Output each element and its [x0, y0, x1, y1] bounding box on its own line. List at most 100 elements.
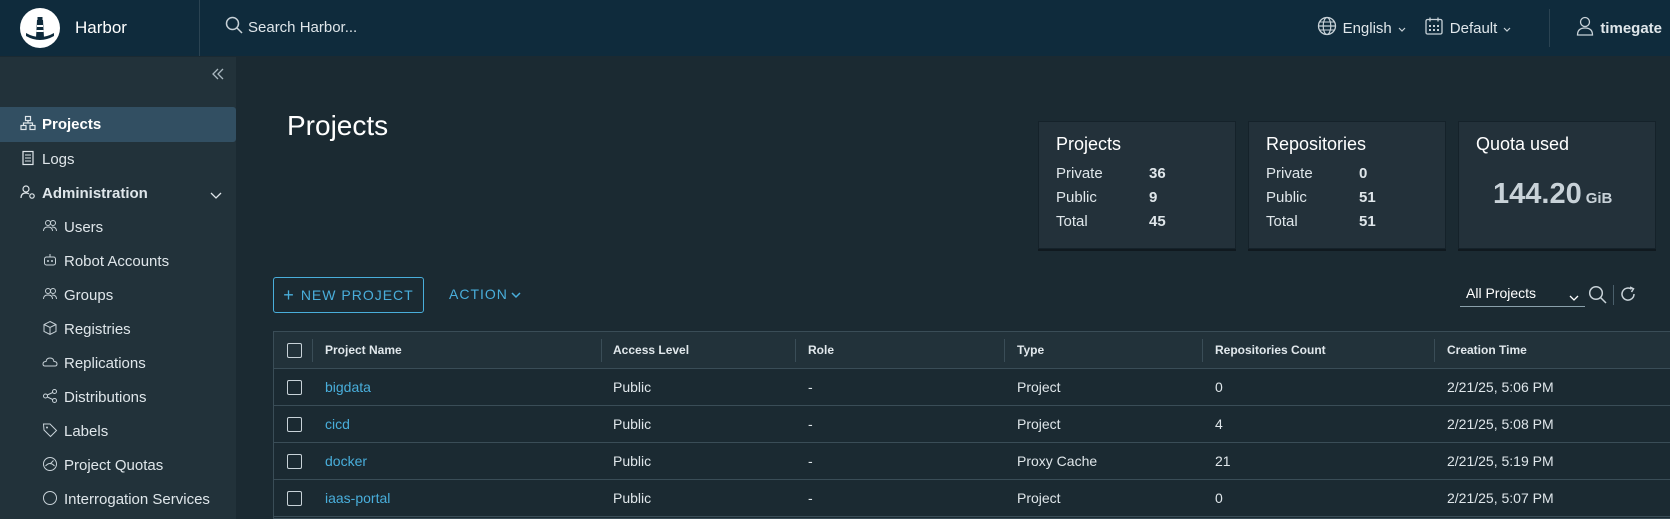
sidebar-item-interrogation-services[interactable]: Interrogation Services: [0, 482, 236, 517]
search-input[interactable]: Search Harbor...: [248, 19, 357, 36]
projects-summary-card: Projects Private 36 Public 9 Total 45: [1038, 121, 1236, 249]
type: Project: [1017, 490, 1061, 506]
project-name-link[interactable]: cicd: [325, 416, 350, 432]
row-checkbox[interactable]: [287, 417, 302, 432]
chevron-down-icon: [1569, 289, 1579, 305]
sidebar: Projects Logs Administration Users Robot…: [0, 57, 236, 519]
row-checkbox[interactable]: [287, 454, 302, 469]
role: -: [808, 416, 813, 432]
select-all-checkbox[interactable]: [287, 343, 302, 358]
creation-time: 2/21/25, 5:06 PM: [1447, 379, 1554, 395]
calendar-icon: [1424, 16, 1444, 40]
language-label: English: [1342, 19, 1392, 37]
table-header: Project Name Access Level Role Type Repo…: [274, 332, 1670, 369]
public-count: 51: [1359, 189, 1376, 206]
sidebar-item-project-quotas[interactable]: Project Quotas: [0, 448, 236, 483]
card-title: Projects: [1056, 134, 1122, 154]
table-row[interactable]: iaas-portal Public - Project 0 2/21/25, …: [274, 480, 1670, 517]
column-divider: [1004, 339, 1005, 362]
access-level: Public: [613, 379, 652, 395]
column-header-creation-time[interactable]: Creation Time: [1447, 343, 1527, 357]
chevron-down-icon: [511, 286, 521, 302]
repositories-count: 0: [1215, 379, 1223, 395]
sidebar-item-administration[interactable]: Administration: [0, 176, 236, 211]
sidebar-item-label: Logs: [42, 151, 75, 168]
projects-icon: [20, 115, 36, 135]
card-row-public: Public 9: [1056, 189, 1158, 206]
user-icon: [1576, 16, 1594, 40]
search-icon[interactable]: [1588, 285, 1607, 309]
projects-table: Project Name Access Level Role Type Repo…: [273, 331, 1670, 519]
sidebar-item-label: Projects: [42, 116, 102, 133]
total-count: 51: [1359, 213, 1376, 230]
row-checkbox[interactable]: [287, 491, 302, 506]
column-divider: [601, 339, 602, 362]
refresh-icon[interactable]: [1619, 285, 1637, 308]
table-row[interactable]: bigdata Public - Project 0 2/21/25, 5:06…: [274, 369, 1670, 406]
theme-selector[interactable]: Default: [1424, 16, 1512, 40]
column-header-repositories-count[interactable]: Repositories Count: [1215, 343, 1326, 357]
repositories-count: 4: [1215, 416, 1223, 432]
distributions-icon: [42, 388, 58, 408]
column-header-project-name[interactable]: Project Name: [325, 343, 402, 357]
search-icon: [225, 16, 243, 39]
brand-name: Harbor: [75, 18, 127, 37]
theme-label: Default: [1449, 19, 1498, 37]
table-row[interactable]: cicd Public - Project 4 2/21/25, 5:08 PM: [274, 406, 1670, 443]
sidebar-item-logs[interactable]: Logs: [0, 142, 236, 177]
sidebar-item-projects[interactable]: Projects: [0, 107, 236, 142]
project-filter-select[interactable]: All Projects: [1460, 283, 1585, 307]
new-project-button[interactable]: + NEW PROJECT: [273, 277, 424, 313]
sidebar-item-registries[interactable]: Registries: [0, 312, 236, 347]
sidebar-item-label: Users: [64, 219, 104, 236]
sidebar-item-groups[interactable]: Groups: [0, 278, 236, 313]
role: -: [808, 453, 813, 469]
repositories-count: 0: [1215, 490, 1223, 506]
plus-icon: +: [283, 284, 295, 305]
card-row-public: Public 51: [1266, 189, 1376, 206]
type: Proxy Cache: [1017, 453, 1098, 469]
role: -: [808, 379, 813, 395]
sidebar-item-label: Registries: [64, 321, 131, 338]
collapse-sidebar-icon[interactable]: [211, 67, 225, 85]
harbor-logo-icon: [20, 8, 60, 48]
table-row[interactable]: docker Public - Proxy Cache 21 2/21/25, …: [274, 443, 1670, 480]
access-level: Public: [613, 490, 652, 506]
brand[interactable]: Harbor: [0, 0, 200, 56]
sidebar-item-distributions[interactable]: Distributions: [0, 380, 236, 415]
private-count: 36: [1149, 165, 1166, 182]
groups-icon: [42, 286, 58, 306]
project-name-link[interactable]: iaas-portal: [325, 490, 390, 506]
project-name-link[interactable]: docker: [325, 453, 367, 469]
column-header-access-level[interactable]: Access Level: [613, 343, 689, 357]
sidebar-item-replications[interactable]: Replications: [0, 346, 236, 381]
chevron-down-icon: [1503, 20, 1511, 37]
quota-value: 144.20 GiB: [1493, 178, 1613, 210]
user-menu[interactable]: timegate: [1576, 16, 1662, 40]
column-header-role[interactable]: Role: [808, 343, 834, 357]
card-row-total: Total 45: [1056, 213, 1166, 230]
repositories-count: 21: [1215, 453, 1231, 469]
registries-icon: [42, 320, 58, 340]
access-level: Public: [613, 453, 652, 469]
creation-time: 2/21/25, 5:08 PM: [1447, 416, 1554, 432]
action-label: ACTION: [449, 286, 508, 302]
administration-icon: [20, 184, 36, 204]
robot-icon: [42, 252, 58, 272]
card-row-private: Private 36: [1056, 165, 1166, 182]
public-count: 9: [1149, 189, 1158, 206]
sidebar-item-users[interactable]: Users: [0, 210, 236, 245]
language-selector[interactable]: English: [1317, 16, 1406, 40]
labels-icon: [42, 422, 58, 442]
column-header-type[interactable]: Type: [1017, 343, 1044, 357]
project-name-link[interactable]: bigdata: [325, 379, 371, 395]
column-divider: [1434, 339, 1435, 362]
sidebar-item-labels[interactable]: Labels: [0, 414, 236, 449]
row-checkbox[interactable]: [287, 380, 302, 395]
action-button[interactable]: ACTION: [449, 286, 521, 302]
global-search[interactable]: Search Harbor...: [225, 16, 357, 39]
header-divider: [1549, 9, 1551, 47]
card-title: Quota used: [1476, 134, 1570, 154]
sidebar-item-label: Replications: [64, 355, 146, 372]
sidebar-item-robot-accounts[interactable]: Robot Accounts: [0, 244, 236, 279]
